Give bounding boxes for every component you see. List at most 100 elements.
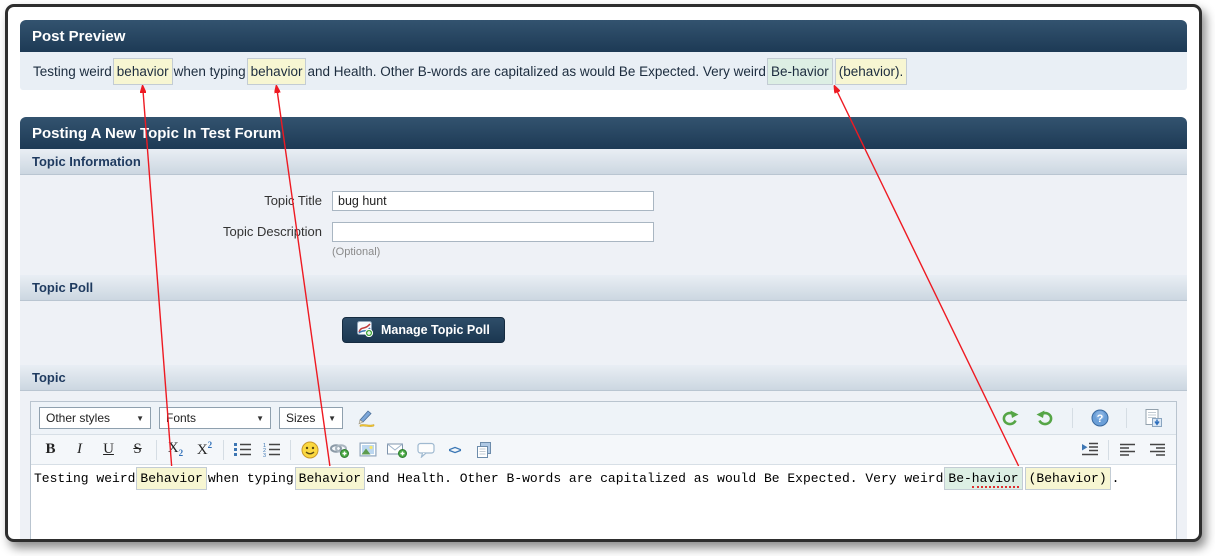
rich-text-editor: Other styles ▼ Fonts ▼ Sizes ▼? B I U S X2 X2 123 <>… bbox=[30, 401, 1177, 542]
redo-button[interactable] bbox=[1031, 406, 1060, 430]
topic-information-body: Topic Title Topic Description(Optional) bbox=[20, 175, 1187, 275]
align-right-icon bbox=[1149, 443, 1165, 457]
insert-link-button[interactable] bbox=[324, 438, 353, 462]
ordered-list-button[interactable]: 123 bbox=[257, 438, 286, 462]
insert-email-button[interactable] bbox=[382, 438, 411, 462]
preview-highlighted-word: (behavior). bbox=[835, 58, 908, 85]
subscript-button[interactable]: X2 bbox=[161, 438, 190, 462]
post-preview-panel: Post Preview Testing weird behavior when… bbox=[20, 20, 1187, 90]
strikethrough-button[interactable]: S bbox=[123, 438, 152, 462]
topic-description-row: Topic Description(Optional) bbox=[20, 222, 1187, 258]
topic-description-input[interactable] bbox=[332, 222, 654, 242]
other-styles-dropdown-label: Other styles bbox=[46, 411, 110, 425]
paste-icon bbox=[475, 441, 493, 459]
sizes-dropdown[interactable]: Sizes ▼ bbox=[279, 407, 343, 429]
toolbar-divider bbox=[223, 440, 224, 460]
svg-text:3: 3 bbox=[263, 453, 266, 457]
topic-description-label: Topic Description bbox=[20, 222, 332, 242]
other-styles-dropdown[interactable]: Other styles ▼ bbox=[39, 407, 151, 429]
panel-gap bbox=[20, 90, 1187, 117]
topic-poll-section-header: Topic Poll bbox=[20, 275, 1187, 301]
poll-chart-icon bbox=[357, 321, 374, 340]
preview-text-segment: when typing bbox=[173, 58, 247, 85]
indent-button[interactable] bbox=[1075, 438, 1104, 462]
preview-highlighted-word: Be-havior bbox=[767, 58, 833, 85]
superscript-icon: X2 bbox=[197, 441, 212, 458]
underline-button[interactable]: U bbox=[94, 438, 123, 462]
chevron-down-icon: ▼ bbox=[256, 414, 264, 423]
italic-icon: I bbox=[77, 442, 82, 457]
preview-text-segment: and Health. Other B-words are capitalize… bbox=[306, 58, 767, 85]
undo-icon bbox=[999, 410, 1019, 426]
indent-icon bbox=[1081, 442, 1099, 457]
align-left-button[interactable] bbox=[1113, 438, 1142, 462]
quote-icon bbox=[417, 442, 435, 458]
quote-button[interactable] bbox=[411, 438, 440, 462]
topic-title-row: Topic Title bbox=[20, 191, 1187, 211]
post-preview-header: Post Preview bbox=[20, 20, 1187, 52]
editor-text-segment: when typing bbox=[207, 467, 295, 490]
insert-image-button[interactable] bbox=[353, 438, 382, 462]
forum-post-window: Post Preview Testing weird behavior when… bbox=[5, 4, 1202, 542]
help-button[interactable]: ? bbox=[1085, 406, 1114, 430]
strikethrough-icon: S bbox=[133, 442, 141, 457]
toolbar-divider bbox=[156, 440, 157, 460]
manage-topic-poll-button[interactable]: Manage Topic Poll bbox=[342, 317, 505, 343]
editor-text-segment: . bbox=[1111, 467, 1121, 490]
topic-poll-title: Topic Poll bbox=[32, 280, 93, 295]
chevron-down-icon: ▼ bbox=[136, 414, 144, 423]
toolbar-divider bbox=[1072, 408, 1073, 428]
toolbar-divider bbox=[1126, 408, 1127, 428]
undo-button[interactable] bbox=[994, 406, 1023, 430]
redo-icon bbox=[1036, 410, 1056, 426]
new-topic-title: Posting A New Topic In Test Forum bbox=[32, 125, 281, 142]
paste-button[interactable] bbox=[469, 438, 498, 462]
preview-text-segment: Testing weird bbox=[32, 58, 113, 85]
editor-highlighted-word: Behavior bbox=[136, 467, 206, 490]
unordered-list-icon bbox=[234, 442, 251, 457]
topic-information-title: Topic Information bbox=[32, 154, 141, 169]
bold-icon: B bbox=[45, 442, 55, 457]
chevron-down-icon: ▼ bbox=[328, 414, 336, 423]
topic-section-header: Topic bbox=[20, 365, 1187, 391]
post-preview-title: Post Preview bbox=[32, 28, 125, 45]
remove-format-button[interactable] bbox=[351, 406, 380, 430]
editor-highlighted-word: (Behavior) bbox=[1025, 467, 1111, 490]
insert-email-icon bbox=[387, 442, 407, 458]
topic-poll-body: Manage Topic Poll bbox=[20, 301, 1187, 365]
insert-image-icon bbox=[359, 442, 377, 458]
underline-icon: U bbox=[103, 442, 114, 457]
toolbar-divider bbox=[290, 440, 291, 460]
superscript-button[interactable]: X2 bbox=[190, 438, 219, 462]
ordered-list-icon: 123 bbox=[263, 442, 280, 457]
bold-button[interactable]: B bbox=[36, 438, 65, 462]
topic-title-field-col bbox=[332, 191, 654, 211]
sizes-dropdown-label: Sizes bbox=[286, 411, 315, 425]
align-right-button[interactable] bbox=[1142, 438, 1171, 462]
italic-button[interactable]: I bbox=[65, 438, 94, 462]
emoticon-button[interactable] bbox=[295, 438, 324, 462]
preview-highlighted-word: behavior bbox=[247, 58, 307, 85]
help-icon: ? bbox=[1091, 409, 1109, 427]
fonts-dropdown[interactable]: Fonts ▼ bbox=[159, 407, 271, 429]
fonts-dropdown-label: Fonts bbox=[166, 411, 196, 425]
code-button[interactable]: <> bbox=[440, 438, 469, 462]
editor-highlighted-word: Be-havior bbox=[944, 467, 1022, 490]
unordered-list-button[interactable] bbox=[228, 438, 257, 462]
editor-text-segment: and Health. Other B-words are capitalize… bbox=[365, 467, 944, 490]
svg-text:?: ? bbox=[1096, 413, 1103, 425]
editor-toolbar-row1: Other styles ▼ Fonts ▼ Sizes ▼? bbox=[31, 402, 1176, 435]
topic-body: Other styles ▼ Fonts ▼ Sizes ▼? B I U S X2 X2 123 <>… bbox=[20, 391, 1187, 542]
topic-title-input[interactable] bbox=[332, 191, 654, 211]
topic-title-label: Topic Title bbox=[20, 191, 332, 211]
preview-highlighted-word: behavior bbox=[113, 58, 173, 85]
post-preview-body: Testing weird behavior when typing behav… bbox=[20, 52, 1187, 90]
topic-description-note: (Optional) bbox=[332, 246, 654, 258]
editor-toolbar-row2: B I U S X2 X2 123 <> bbox=[31, 435, 1176, 465]
topic-description-field-col: (Optional) bbox=[332, 222, 654, 258]
new-topic-panel: Posting A New Topic In Test Forum Topic … bbox=[20, 117, 1187, 542]
insert-link-icon bbox=[329, 442, 349, 458]
editor-content-area[interactable]: Testing weird Behavior when typing Behav… bbox=[31, 465, 1176, 542]
source-mode-icon bbox=[1145, 409, 1162, 427]
source-mode-button[interactable] bbox=[1139, 406, 1168, 430]
